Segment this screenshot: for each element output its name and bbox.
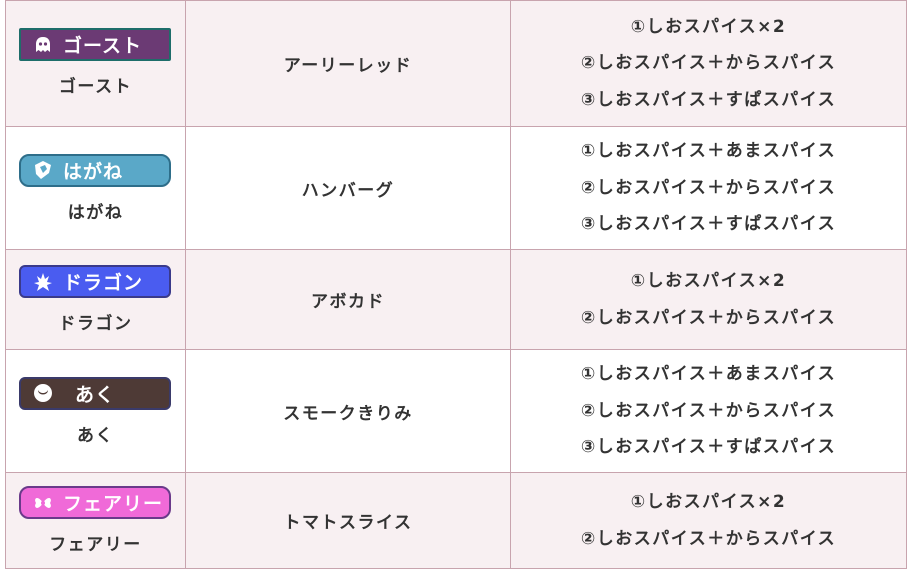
spice-line: ②しおスパイス＋からスパイス <box>580 53 837 74</box>
type-name: ゴースト <box>58 77 133 97</box>
type-name: はがね <box>67 202 124 223</box>
type-name: ドラゴン <box>58 314 133 334</box>
badge-label: フェアリー <box>63 493 164 515</box>
type-name: あく <box>77 425 114 446</box>
steel-icon <box>31 158 55 182</box>
type-cell: ゴースト ゴースト <box>5 0 186 127</box>
table-row: フェアリー フェアリー トマトスライス ①しおスパイス×2 ②しおスパイス＋から… <box>5 472 907 569</box>
spice-line: ②しおスパイス＋からスパイス <box>580 528 837 549</box>
spice-line: ②しおスパイス＋からスパイス <box>580 177 837 198</box>
ingredient-cell: ハンバーグ <box>185 126 511 250</box>
badge-label: あく <box>75 383 116 406</box>
type-cell: あく あく <box>5 349 186 473</box>
table-row: ゴースト ゴースト アーリーレッド ①しおスパイス×2 ②しおスパイス＋からスパ… <box>5 0 907 127</box>
spice-cell: ①しおスパイス×2 ②しおスパイス＋からスパイス <box>510 472 907 569</box>
spice-cell: ①しおスパイス＋あまスパイス ②しおスパイス＋からスパイス ③しおスパイス＋すぱ… <box>510 349 907 473</box>
table-row: ドラゴン ドラゴン アボカド ①しおスパイス×2 ②しおスパイス＋からスパイス <box>5 249 907 350</box>
type-badge: フェアリー <box>19 486 171 519</box>
type-badge: ゴースト <box>19 28 171 61</box>
type-badge: あく <box>19 376 171 410</box>
spice-line: ②しおスパイス＋からスパイス <box>580 400 837 421</box>
ingredient-cell: アーリーレッド <box>185 0 511 127</box>
ingredient-cell: スモークきりみ <box>185 349 511 473</box>
spice-line: ②しおスパイス＋からスパイス <box>580 307 837 328</box>
type-badge: ドラゴン <box>19 265 171 298</box>
spice-line: ③しおスパイス＋すぱスパイス <box>580 437 837 458</box>
type-badge: はがね <box>19 153 171 187</box>
badge-label: ゴースト <box>63 35 143 57</box>
spice-line: ①しおスパイス＋あまスパイス <box>580 141 837 162</box>
badge-label: はがね <box>63 160 124 183</box>
dragon-icon <box>31 270 55 294</box>
recipe-table: ゴースト ゴースト アーリーレッド ①しおスパイス×2 ②しおスパイス＋からスパ… <box>5 0 907 569</box>
dark-icon <box>31 381 55 405</box>
ghost-icon <box>31 33 55 57</box>
spice-line: ③しおスパイス＋すぱスパイス <box>580 89 837 110</box>
type-cell: フェアリー フェアリー <box>5 472 186 569</box>
table-row: はがね はがね ハンバーグ ①しおスパイス＋あまスパイス ②しおスパイス＋からス… <box>5 126 907 250</box>
spice-line: ①しおスパイス×2 <box>630 271 787 291</box>
table-row: あく あく スモークきりみ ①しおスパイス＋あまスパイス ②しおスパイス＋からス… <box>5 349 907 473</box>
spice-cell: ①しおスパイス×2 ②しおスパイス＋からスパイス <box>510 249 907 350</box>
spice-line: ③しおスパイス＋すぱスパイス <box>580 214 837 235</box>
type-cell: はがね はがね <box>5 126 186 250</box>
spice-line: ①しおスパイス＋あまスパイス <box>580 364 837 385</box>
badge-label: ドラゴン <box>63 272 144 294</box>
spice-line: ①しおスパイス×2 <box>630 16 787 37</box>
type-name: フェアリー <box>49 535 142 555</box>
ingredient-cell: トマトスライス <box>185 472 511 569</box>
spice-line: ①しおスパイス×2 <box>630 492 787 512</box>
type-cell: ドラゴン ドラゴン <box>5 249 186 350</box>
ingredient-cell: アボカド <box>185 249 511 350</box>
spice-cell: ①しおスパイス＋あまスパイス ②しおスパイス＋からスパイス ③しおスパイス＋すぱ… <box>510 126 907 250</box>
fairy-icon <box>31 491 55 515</box>
spice-cell: ①しおスパイス×2 ②しおスパイス＋からスパイス ③しおスパイス＋すぱスパイス <box>510 0 907 127</box>
